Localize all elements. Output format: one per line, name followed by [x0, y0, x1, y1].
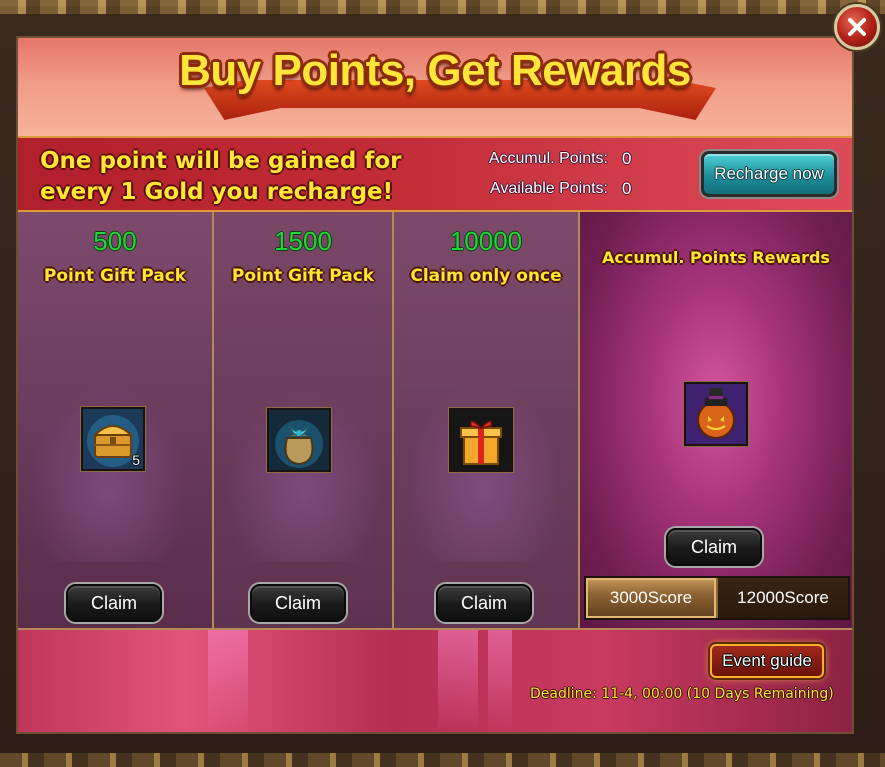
deadline-text: Deadline: 11-4, 00:00 (10 Days Remaining…: [530, 686, 834, 702]
pack-name: Point Gift Pack: [231, 266, 375, 286]
score-tabs: 3000Score 12000Score: [584, 576, 850, 620]
gift-box-icon[interactable]: [449, 408, 513, 472]
recharge-now-button[interactable]: Recharge now: [701, 151, 837, 197]
claim-button[interactable]: Claim: [66, 584, 162, 622]
claim-button[interactable]: Claim: [250, 584, 346, 622]
info-bar: One point will be gained for every 1 Gol…: [18, 136, 852, 212]
pack-name: Claim only once: [410, 266, 562, 286]
gift-bag-icon[interactable]: [267, 408, 331, 472]
close-icon: [848, 18, 866, 36]
close-button[interactable]: [834, 4, 880, 50]
claim-button[interactable]: Claim: [666, 528, 762, 566]
pack-column-500: 500 Point Gift Pack 5 Claim: [18, 212, 212, 628]
pack-points: 1500: [274, 226, 332, 256]
frame-ornament-top: [0, 0, 885, 14]
pumpkin-mascot-icon[interactable]: [684, 382, 748, 446]
recharge-description: One point will be gained for every 1 Gol…: [40, 148, 402, 205]
pack-name: Point Gift Pack: [43, 266, 187, 286]
pack-column-10000: 10000 Claim only once Claim: [392, 212, 578, 628]
tab-12000-score[interactable]: 12000Score: [716, 578, 848, 618]
page-title: Buy Points, Get Rewards: [179, 46, 691, 95]
treasure-chest-icon[interactable]: 5: [81, 407, 145, 471]
frame-ornament-bottom: [0, 753, 885, 767]
accumul-points-label: Accumul. Points:: [488, 150, 608, 167]
item-quantity: 5: [132, 452, 140, 468]
accumul-rewards-column: Accumul. Points Rewards Claim 3000Score …: [578, 212, 852, 628]
pack-column-1500: 1500 Point Gift Pack Claim: [212, 212, 392, 628]
header-banner: Buy Points, Get Rewards: [18, 38, 852, 136]
pack-points: 500: [93, 226, 137, 256]
claim-button[interactable]: Claim: [436, 584, 532, 622]
available-points-value: 0: [622, 179, 632, 198]
tab-3000-score[interactable]: 3000Score: [586, 578, 716, 618]
available-points-label: Available Points:: [490, 180, 608, 197]
accumul-rewards-title: Accumul. Points Rewards: [602, 248, 830, 267]
accumul-points-value: 0: [622, 149, 632, 168]
event-panel: Buy Points, Get Rewards One point will b…: [16, 36, 854, 734]
pack-points: 10000: [449, 226, 523, 256]
event-guide-button[interactable]: Event guide: [710, 644, 824, 678]
